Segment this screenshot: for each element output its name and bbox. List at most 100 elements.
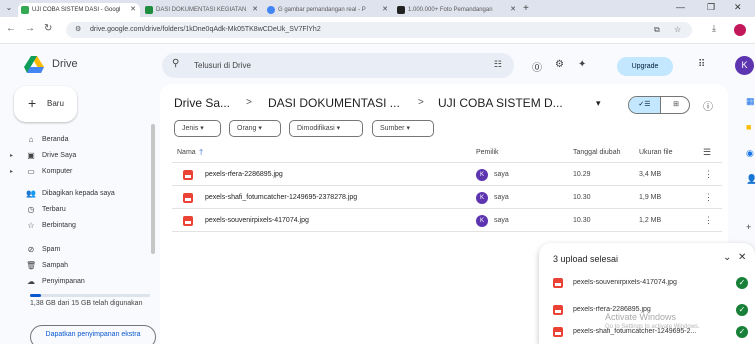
owner-avatar: K: [476, 169, 488, 181]
folder-menu-chevron-icon[interactable]: ▾: [596, 98, 601, 109]
close-icon[interactable]: ✕: [738, 252, 746, 263]
grid-view-icon[interactable]: ⊞: [660, 97, 689, 113]
sidebar-item-berbintang[interactable]: ☆ Berbintang: [10, 220, 150, 234]
sidebar-item-label: Drive Saya: [42, 152, 77, 159]
install-app-icon[interactable]: ⧉: [654, 25, 660, 35]
check-icon: ✓: [736, 326, 748, 338]
file-size: 3,4 MB: [639, 171, 662, 178]
url-field[interactable]: ⚙ drive.google.com/drive/folders/1kDne0q…: [66, 22, 692, 38]
tab-search-icon[interactable]: ⌄: [4, 3, 14, 13]
close-tab-icon[interactable]: ✕: [510, 3, 516, 17]
filter-chip-dimodifikasi[interactable]: Dimodifikasi ▾: [289, 120, 363, 137]
storage-bar: [30, 294, 150, 297]
more-actions-icon[interactable]: ⋮: [704, 169, 713, 180]
sort-arrow-up-icon[interactable]: 🡑: [199, 147, 203, 161]
account-avatar[interactable]: K: [735, 56, 754, 75]
back-icon[interactable]: ←: [6, 23, 16, 34]
gemini-icon[interactable]: ✦: [578, 59, 586, 70]
close-tab-icon[interactable]: ✕: [130, 3, 136, 17]
breadcrumb-item-drive-saya[interactable]: Drive Sa...: [174, 96, 230, 110]
breadcrumb-current-folder[interactable]: UJI COBA SISTEM D...: [438, 96, 563, 110]
new-button[interactable]: + Baru: [14, 86, 77, 122]
sidebar-item-spam[interactable]: ⊘ Spam: [10, 244, 150, 258]
collapse-chevron-icon[interactable]: ⌄: [723, 252, 731, 263]
calendar-icon[interactable]: ▦: [746, 96, 755, 107]
upload-item[interactable]: pexels-souvenirpixels-417074.jpg ✓: [539, 272, 755, 294]
tab-uji-coba[interactable]: UJI COBA SISTEM DASI - Googl ✕: [18, 3, 140, 17]
image-file-icon: [553, 278, 563, 288]
image-file-icon: [553, 327, 563, 337]
breadcrumb-item-dasi-dokumentasi[interactable]: DASI DOKUMENTASI ...: [268, 96, 400, 110]
sidebar-item-komputer[interactable]: ▸ ▭ Komputer: [10, 166, 150, 180]
sidebar-item-label: Berbintang: [42, 222, 76, 229]
filter-chip-sumber[interactable]: Sumber ▾: [372, 120, 434, 137]
bookmark-star-icon[interactable]: ☆: [674, 25, 681, 34]
tab-dasi-dokumentasi[interactable]: DASI DOKUMENTASI KEGIATAN ✕: [142, 3, 262, 17]
minimize-icon[interactable]: —: [676, 2, 685, 12]
view-toggle[interactable]: ✓☰ ⊞: [628, 96, 690, 114]
tab-label: DASI DOKUMENTASI KEGIATAN: [156, 7, 247, 13]
contacts-icon[interactable]: 👤: [746, 174, 755, 185]
reload-icon[interactable]: ↻: [44, 23, 52, 34]
breadcrumb-separator: >: [246, 97, 252, 108]
site-info-icon[interactable]: ⚙: [75, 25, 81, 33]
file-name[interactable]: pexels-shafi_fotumcatcher-1249695-237827…: [205, 194, 357, 201]
tab-foto[interactable]: 1.000.000+ Foto Pemandangan ✕: [394, 3, 520, 17]
sidebar-item-beranda[interactable]: ⌂ Beranda: [10, 134, 150, 148]
upload-title: 3 upload selesai: [553, 254, 619, 264]
sidebar-item-label: Terbaru: [42, 206, 66, 213]
table-row[interactable]: pexels-souvenirpixels-417074.jpg K saya …: [172, 210, 722, 232]
drive-brand[interactable]: Drive: [52, 58, 78, 70]
sort-options-icon[interactable]: ☰: [703, 147, 711, 158]
browser-profile-avatar[interactable]: [734, 24, 746, 36]
close-tab-icon[interactable]: ✕: [382, 3, 388, 17]
sidebar-scrollbar[interactable]: [151, 124, 155, 254]
column-header-size[interactable]: Ukuran file: [639, 149, 672, 156]
new-tab-icon[interactable]: +: [523, 3, 529, 15]
table-row[interactable]: pexels-shafi_fotumcatcher-1249695-237827…: [172, 187, 722, 209]
sidebar-item-label: Dibagikan kepada saya: [42, 190, 115, 197]
column-header-modified[interactable]: Tanggal diubah: [573, 149, 621, 156]
close-window-icon[interactable]: ✕: [734, 2, 742, 13]
expand-icon[interactable]: ▸: [10, 152, 13, 159]
upgrade-button[interactable]: Upgrade: [617, 57, 673, 76]
tasks-icon[interactable]: ◉: [746, 148, 754, 159]
close-tab-icon[interactable]: ✕: [252, 3, 258, 17]
upload-file-name: pexels-souvenirpixels-417074.jpg: [573, 279, 677, 286]
image-file-icon: [183, 193, 193, 203]
search-icon[interactable]: ⚲: [172, 58, 179, 69]
forward-icon[interactable]: →: [25, 23, 35, 34]
sidebar-item-penyimpanan[interactable]: ☁ Penyimpanan: [10, 276, 150, 290]
more-actions-icon[interactable]: ⋮: [704, 192, 713, 203]
list-view-icon[interactable]: ✓☰: [629, 97, 660, 113]
tab-gambar[interactable]: G gambar pemandangan real - P ✕: [264, 3, 392, 17]
help-icon[interactable]: ⓪: [532, 59, 542, 74]
more-actions-icon[interactable]: ⋮: [704, 215, 713, 226]
restore-icon[interactable]: ❐: [707, 2, 715, 13]
filter-chip-jenis[interactable]: Jenis ▾: [174, 120, 221, 137]
add-addon-icon[interactable]: +: [746, 222, 751, 232]
apps-grid-icon[interactable]: ⠿: [698, 59, 705, 70]
file-name[interactable]: pexels-rfera-2286895.jpg: [205, 171, 283, 178]
keep-icon[interactable]: ■: [746, 122, 751, 132]
get-storage-button[interactable]: Dapatkan penyimpanan ekstra: [30, 325, 156, 344]
sidebar-item-terbaru[interactable]: ◷ Terbaru: [10, 204, 150, 218]
column-header-owner[interactable]: Pemilik: [476, 149, 499, 156]
expand-icon[interactable]: ▸: [10, 168, 13, 175]
sidebar-item-dibagikan[interactable]: 👥 Dibagikan kepada saya: [10, 188, 150, 202]
search-filter-icon[interactable]: ☷: [494, 59, 502, 70]
table-row[interactable]: pexels-rfera-2286895.jpg K saya 10.29 3,…: [172, 164, 722, 186]
sidebar-item-label: Komputer: [42, 168, 73, 175]
search-bar[interactable]: ⚲ Telusuri di Drive ☷: [162, 53, 514, 78]
file-name[interactable]: pexels-souvenirpixels-417074.jpg: [205, 217, 309, 224]
search-input[interactable]: Telusuri di Drive: [194, 61, 251, 70]
download-icon[interactable]: ⤓: [712, 23, 716, 34]
info-icon[interactable]: ⓘ: [703, 98, 713, 113]
settings-icon[interactable]: ⚙: [555, 59, 564, 70]
sidebar-item-sampah[interactable]: 🗑 Sampah: [10, 260, 150, 274]
activation-watermark: Activate Windows: [605, 312, 677, 322]
column-header-name[interactable]: Nama: [177, 149, 196, 156]
filter-chip-orang[interactable]: Orang ▾: [229, 120, 281, 137]
sidebar-item-drive-saya[interactable]: ▸ ▣ Drive Saya: [10, 150, 150, 164]
star-icon: ☆: [27, 221, 35, 230]
